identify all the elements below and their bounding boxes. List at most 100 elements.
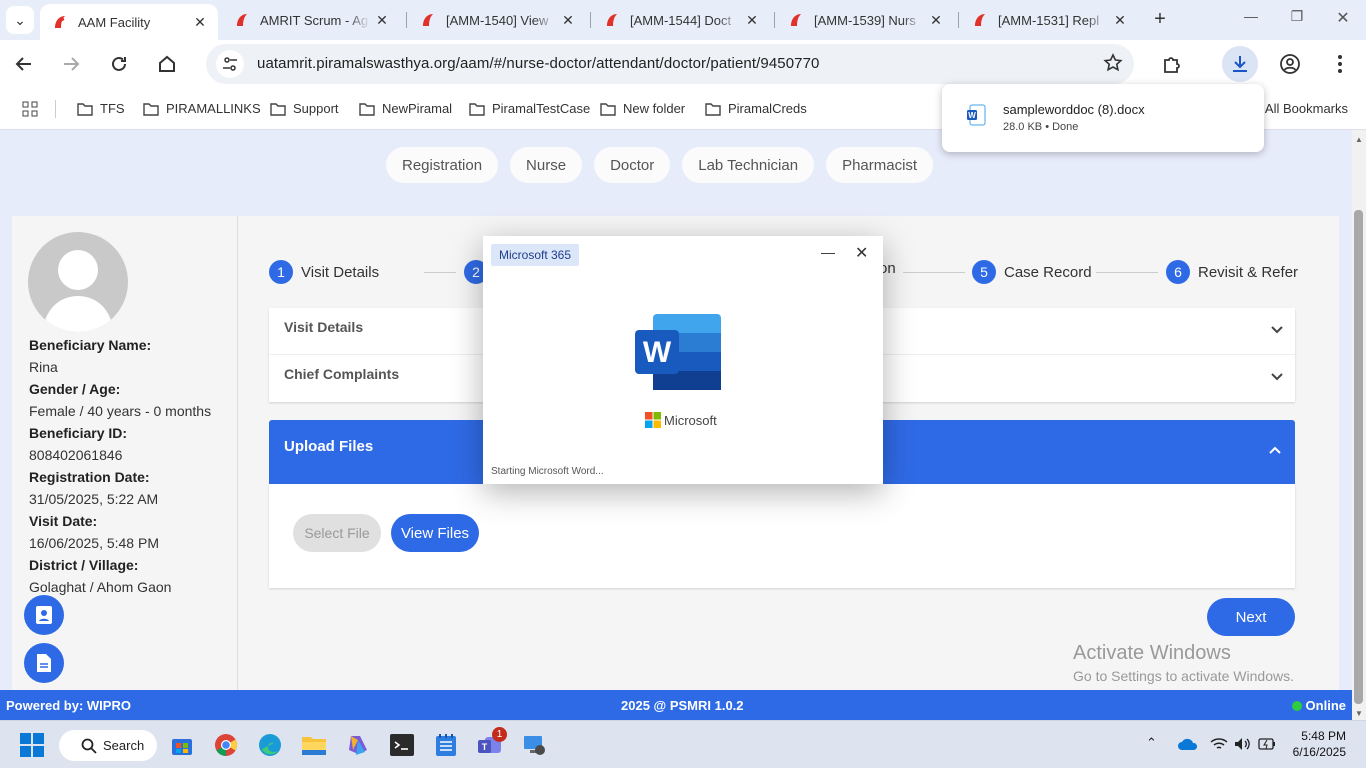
tab-aam-facility[interactable]: AAM Facility ✕ <box>40 4 218 40</box>
folder-icon <box>705 102 721 116</box>
bookmark-tfs[interactable]: TFS <box>77 101 125 116</box>
next-button[interactable]: Next <box>1207 598 1295 636</box>
bookmark-newpiramal[interactable]: NewPiramal <box>359 101 452 116</box>
tab-amm-1544[interactable]: [AMM-1544] Doct ✕ <box>592 4 770 36</box>
avatar <box>28 232 128 332</box>
close-tab-icon[interactable]: ✕ <box>924 12 948 29</box>
remote-desktop-icon[interactable] <box>520 731 548 759</box>
patient-profile-button[interactable] <box>24 595 64 635</box>
step-case-record[interactable]: 5 Case Record <box>972 260 1092 284</box>
m365-badge: Microsoft 365 <box>491 244 580 266</box>
svg-text:W: W <box>968 111 976 120</box>
taskbar-search[interactable]: Search <box>59 730 157 761</box>
close-tab-icon[interactable]: ✕ <box>556 12 580 29</box>
registration-date-label: Registration Date: <box>29 469 150 485</box>
back-button[interactable] <box>10 50 38 78</box>
extensions-button[interactable] <box>1158 50 1186 78</box>
profile-button[interactable] <box>1276 50 1304 78</box>
bookmark-piramalcreds[interactable]: PiramalCreds <box>705 101 807 116</box>
beneficiary-id-label: Beneficiary ID: <box>29 425 128 441</box>
all-bookmarks-link[interactable]: All Bookmarks <box>1265 101 1348 116</box>
tab-search-dropdown[interactable]: ⌄ <box>6 6 34 34</box>
close-tab-icon[interactable]: ✕ <box>188 14 212 31</box>
tab-amm-1539[interactable]: [AMM-1539] Nurs ✕ <box>776 4 954 36</box>
chevron-up-icon <box>1269 446 1281 454</box>
apps-grid-icon[interactable] <box>22 101 38 117</box>
downloads-button[interactable] <box>1222 46 1258 82</box>
case-sheet-button[interactable] <box>24 643 64 683</box>
file-explorer-icon[interactable] <box>300 731 328 759</box>
url-text[interactable]: uatamrit.piramalswasthya.org/aam/#/nurse… <box>257 55 820 72</box>
close-tab-icon[interactable]: ✕ <box>740 12 764 29</box>
download-filename: sampleworddoc (8).docx <box>1003 102 1145 117</box>
bookmark-support[interactable]: Support <box>270 101 339 116</box>
splash-minimize-button[interactable]: — <box>821 244 835 260</box>
microsoft-store-icon[interactable] <box>168 731 196 759</box>
upload-files-title: Upload Files <box>284 438 374 455</box>
onedrive-icon[interactable] <box>1178 738 1198 750</box>
notepad-icon[interactable] <box>432 731 460 759</box>
tab-title: AAM Facility <box>78 14 151 30</box>
visit-details-title: Visit Details <box>284 319 364 335</box>
terminal-icon[interactable] <box>388 731 416 759</box>
menu-button[interactable] <box>1326 50 1354 78</box>
battery-icon[interactable] <box>1258 738 1276 750</box>
forward-button[interactable] <box>57 50 85 78</box>
role-doctor[interactable]: Doctor <box>594 147 671 183</box>
browser-toolbar: uatamrit.piramalswasthya.org/aam/#/nurse… <box>0 40 1366 88</box>
activate-windows-watermark: Activate Windows Go to Settings to activ… <box>1073 642 1294 684</box>
step-revisit-refer[interactable]: 6 Revisit & Refer <box>1166 260 1298 284</box>
home-button[interactable] <box>153 50 181 78</box>
reload-button[interactable] <box>105 50 133 78</box>
minimize-window-button[interactable]: — <box>1236 8 1266 32</box>
role-nurse[interactable]: Nurse <box>510 147 583 183</box>
close-tab-icon[interactable]: ✕ <box>1108 12 1132 29</box>
bookmark-star-icon[interactable] <box>1102 52 1124 74</box>
teams-icon[interactable]: T1 <box>476 727 507 759</box>
role-registration[interactable]: Registration <box>386 147 499 183</box>
view-files-button[interactable]: View Files <box>391 514 479 552</box>
chrome-icon[interactable] <box>212 731 240 759</box>
beneficiary-details: Beneficiary Name: Rina Gender / Age: Fem… <box>29 334 211 598</box>
role-lab-technician[interactable]: Lab Technician <box>682 147 815 183</box>
close-window-button[interactable]: ✕ <box>1328 8 1358 32</box>
restore-window-button[interactable]: ❐ <box>1282 8 1312 32</box>
app-footer: Powered by: WIPRO 2025 @ PSMRI 1.0.2 Onl… <box>0 690 1352 720</box>
bookmark-piramaltestcase[interactable]: PiramalTestCase <box>469 101 590 116</box>
page-scrollbar[interactable]: ▲ ▼ <box>1352 130 1366 720</box>
visit-date-label: Visit Date: <box>29 513 98 529</box>
bookmark-new-folder[interactable]: New folder <box>600 101 685 116</box>
browser-tab-strip: ⌄ AAM Facility ✕ AMRIT Scrum - Ag ✕ [AMM… <box>0 0 1366 40</box>
beneficiary-name-label: Beneficiary Name: <box>29 337 152 353</box>
tab-amrit-scrum[interactable]: AMRIT Scrum - Ag ✕ <box>222 4 400 36</box>
download-bubble[interactable]: W sampleworddoc (8).docx 28.0 KB • Done <box>942 84 1264 152</box>
gender-age: Female / 40 years - 0 months <box>29 403 212 419</box>
tab-amm-1531[interactable]: [AMM-1531] Repl ✕ <box>960 4 1138 36</box>
forward-arrow-icon <box>64 57 80 71</box>
registration-date: 31/05/2025, 5:22 AM <box>29 491 159 507</box>
m365-icon[interactable] <box>344 731 372 759</box>
role-pharmacist[interactable]: Pharmacist <box>826 147 934 183</box>
close-tab-icon[interactable]: ✕ <box>370 12 394 29</box>
address-bar[interactable]: uatamrit.piramalswasthya.org/aam/#/nurse… <box>206 44 1134 84</box>
wifi-icon[interactable] <box>1210 737 1228 751</box>
amrit-favicon-icon <box>607 14 617 26</box>
tray-overflow-icon[interactable]: ⌃ <box>1146 735 1157 751</box>
word-logo-icon: W <box>635 314 721 390</box>
new-tab-button[interactable]: + <box>1148 8 1172 32</box>
folder-icon <box>143 102 159 116</box>
system-clock[interactable]: 5:48 PM 6/16/2025 <box>1293 728 1346 760</box>
volume-icon[interactable] <box>1234 737 1250 751</box>
splash-close-button[interactable]: ✕ <box>855 243 868 263</box>
scrollbar-thumb[interactable] <box>1354 210 1363 704</box>
tab-amm-1540[interactable]: [AMM-1540] View ✕ <box>408 4 586 36</box>
word-file-icon: W <box>967 104 986 126</box>
site-info-icon[interactable] <box>216 50 244 78</box>
edge-icon[interactable] <box>256 731 284 759</box>
select-file-button[interactable]: Select File <box>293 514 381 552</box>
kebab-menu-icon <box>1338 55 1342 73</box>
step-visit-details[interactable]: 1 Visit Details <box>269 260 379 284</box>
chevron-down-icon <box>1271 373 1283 381</box>
bookmark-piramallinks[interactable]: PIRAMALLINKS <box>143 101 261 116</box>
start-button[interactable] <box>18 731 46 759</box>
